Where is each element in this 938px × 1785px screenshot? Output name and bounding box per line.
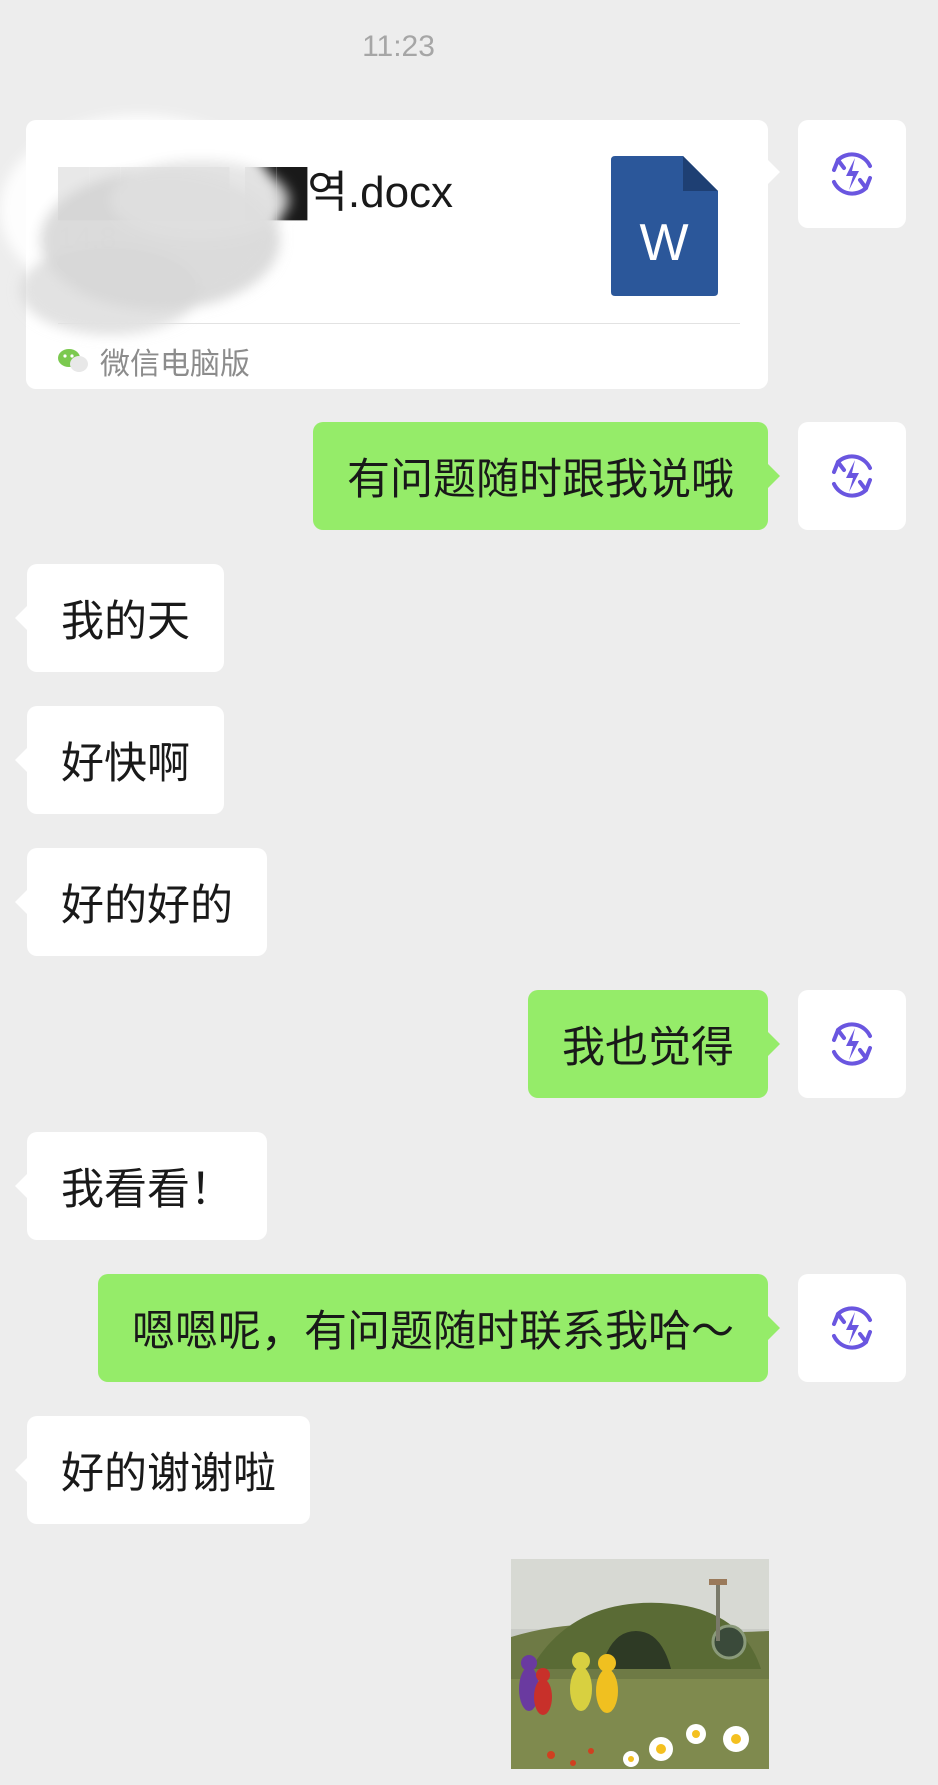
file-source: 微信电脑版: [58, 339, 250, 383]
message-bubble-theirs[interactable]: 我看看！: [15, 1132, 267, 1240]
message-bubble-mine[interactable]: 有问题随时跟我说哦: [313, 422, 780, 530]
message-text: 好快啊: [61, 739, 190, 789]
message-text: 好的好的: [61, 881, 233, 931]
wechat-logo-icon: [58, 349, 88, 372]
message-text: 我看看！: [61, 1165, 233, 1215]
message-text: 有问题随时跟我说哦: [347, 455, 734, 505]
my-avatar[interactable]: [798, 1274, 906, 1382]
my-avatar[interactable]: [798, 990, 906, 1098]
message-bubble-theirs[interactable]: 我的天: [15, 564, 224, 672]
message-text: 我也觉得: [562, 1023, 734, 1073]
teletubbies-sticker-image[interactable]: [511, 1559, 769, 1769]
lightning-refresh-icon: [832, 454, 872, 498]
message-text: 好的谢谢啦: [61, 1449, 276, 1499]
message-bubble-theirs[interactable]: 好的好的: [15, 848, 267, 956]
word-document-icon: W: [611, 156, 718, 296]
sticker-scene: [511, 1559, 769, 1769]
file-message-card[interactable]: █████▌██역.docx 14.8 W 微信电脑版: [0, 115, 780, 389]
file-size: 14.8: [58, 222, 117, 255]
my-avatar[interactable]: [798, 120, 906, 228]
message-bubble-mine[interactable]: 嗯嗯呢，有问题随时联系我哈～: [98, 1274, 780, 1382]
message-text: 我的天: [61, 597, 190, 647]
file-source-label: 微信电脑版: [100, 347, 250, 382]
my-avatar[interactable]: [798, 422, 906, 530]
lightning-refresh-icon: [832, 1306, 872, 1350]
file-name: █████▌██역.docx: [58, 168, 454, 217]
message-bubble-theirs[interactable]: 好的谢谢啦: [15, 1416, 310, 1524]
message-bubble-theirs[interactable]: 好快啊: [15, 706, 224, 814]
message-bubble-mine[interactable]: 我也觉得: [528, 990, 780, 1098]
lightning-refresh-icon: [832, 1022, 872, 1066]
file-card-divider: [58, 323, 740, 324]
word-icon-letter: W: [639, 214, 688, 272]
message-text: 嗯嗯呢，有问题随时联系我哈～: [132, 1307, 734, 1357]
message-timestamp: 11:23: [362, 30, 435, 63]
lightning-refresh-icon: [832, 152, 872, 196]
